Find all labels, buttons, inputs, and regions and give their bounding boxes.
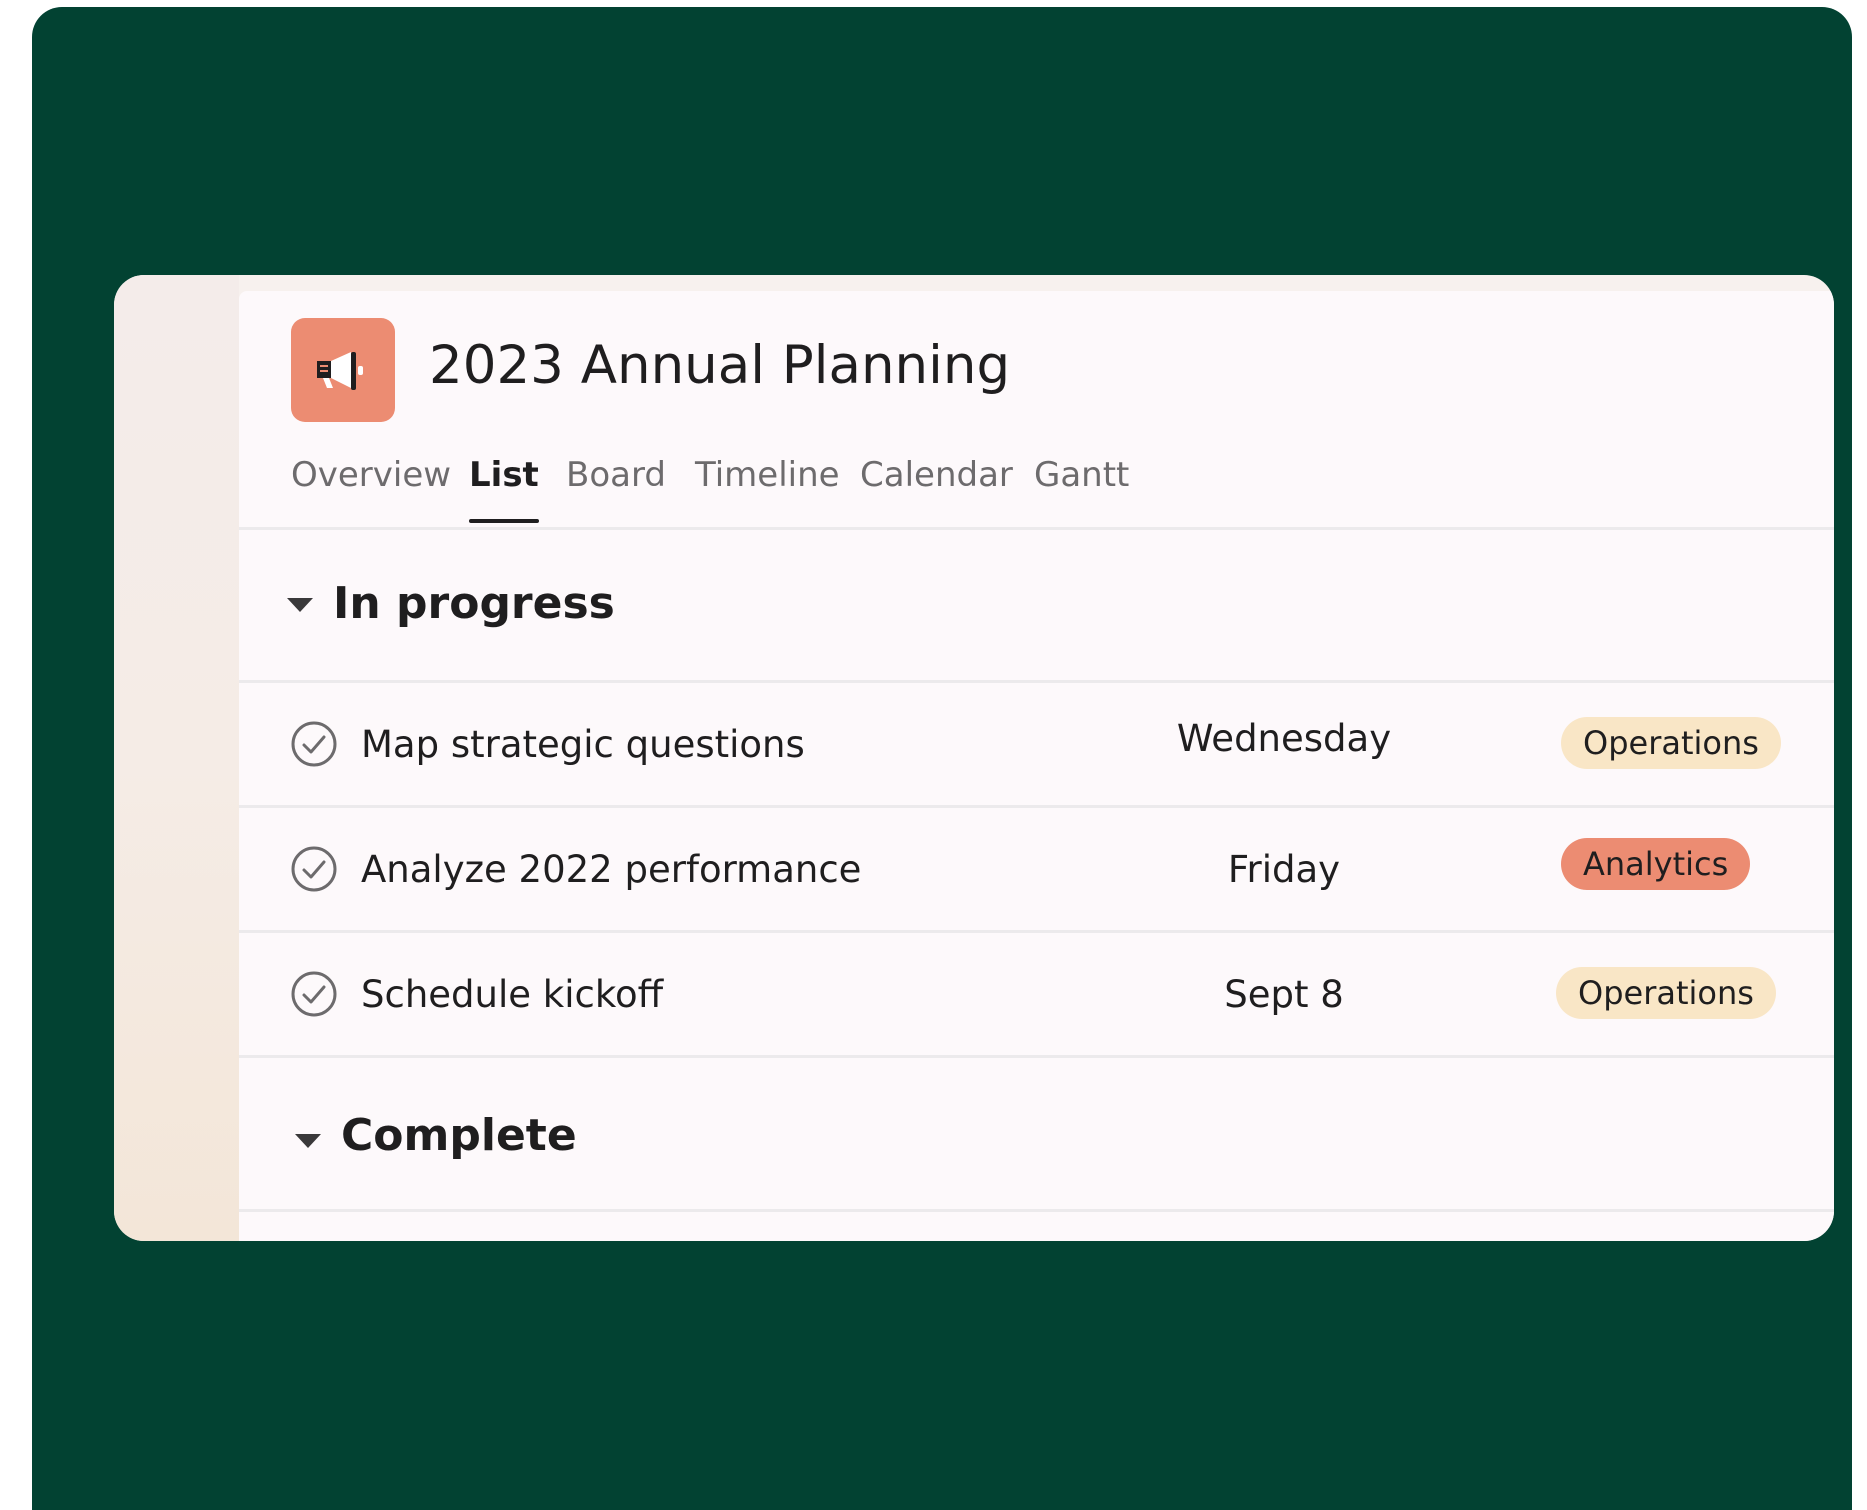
row-divider: [239, 1209, 1834, 1212]
task-row[interactable]: Map strategic questions Wednesday Operat…: [239, 680, 1834, 805]
project-header: 2023 Annual Planning Overview List Board…: [239, 291, 1834, 530]
task-due-date[interactable]: Wednesday: [1139, 717, 1429, 760]
page-title: 2023 Annual Planning: [429, 335, 1011, 396]
section-header-complete[interactable]: Complete: [239, 1058, 1834, 1208]
project-icon-tile[interactable]: [291, 318, 395, 422]
task-due-date[interactable]: Sept 8: [1139, 973, 1429, 1016]
task-name[interactable]: Analyze 2022 performance: [361, 848, 861, 891]
task-name[interactable]: Map strategic questions: [361, 723, 805, 766]
collapse-triangle-icon[interactable]: [287, 598, 313, 612]
sidebar-background: [114, 275, 239, 1241]
tab-board[interactable]: Board: [566, 455, 666, 495]
task-name[interactable]: Schedule kickoff: [361, 973, 663, 1016]
task-row[interactable]: Schedule kickoff Sept 8 Operations: [239, 930, 1834, 1055]
task-tag[interactable]: Analytics: [1561, 838, 1751, 890]
tab-timeline[interactable]: Timeline: [695, 455, 840, 495]
app-preview-card: 2023 Annual Planning Overview List Board…: [114, 275, 1834, 1241]
page-frame: 2023 Annual Planning Overview List Board…: [32, 7, 1852, 1510]
tab-calendar[interactable]: Calendar: [860, 455, 1013, 495]
complete-check-icon[interactable]: [291, 721, 337, 767]
collapse-triangle-icon[interactable]: [295, 1134, 321, 1148]
section-header-in-progress[interactable]: In progress: [239, 530, 1834, 680]
tab-overview[interactable]: Overview: [291, 455, 451, 495]
tab-gantt[interactable]: Gantt: [1034, 455, 1129, 495]
task-tag[interactable]: Operations: [1556, 967, 1776, 1019]
task-tag[interactable]: Operations: [1561, 717, 1781, 769]
tab-list[interactable]: List: [469, 455, 539, 523]
project-panel: 2023 Annual Planning Overview List Board…: [239, 291, 1834, 1241]
section-title: In progress: [333, 578, 615, 629]
task-due-date[interactable]: Friday: [1139, 848, 1429, 891]
section-title: Complete: [341, 1110, 577, 1161]
complete-check-icon[interactable]: [291, 971, 337, 1017]
task-row[interactable]: Analyze 2022 performance Friday Analytic…: [239, 805, 1834, 930]
megaphone-icon: [317, 352, 363, 390]
complete-check-icon[interactable]: [291, 846, 337, 892]
